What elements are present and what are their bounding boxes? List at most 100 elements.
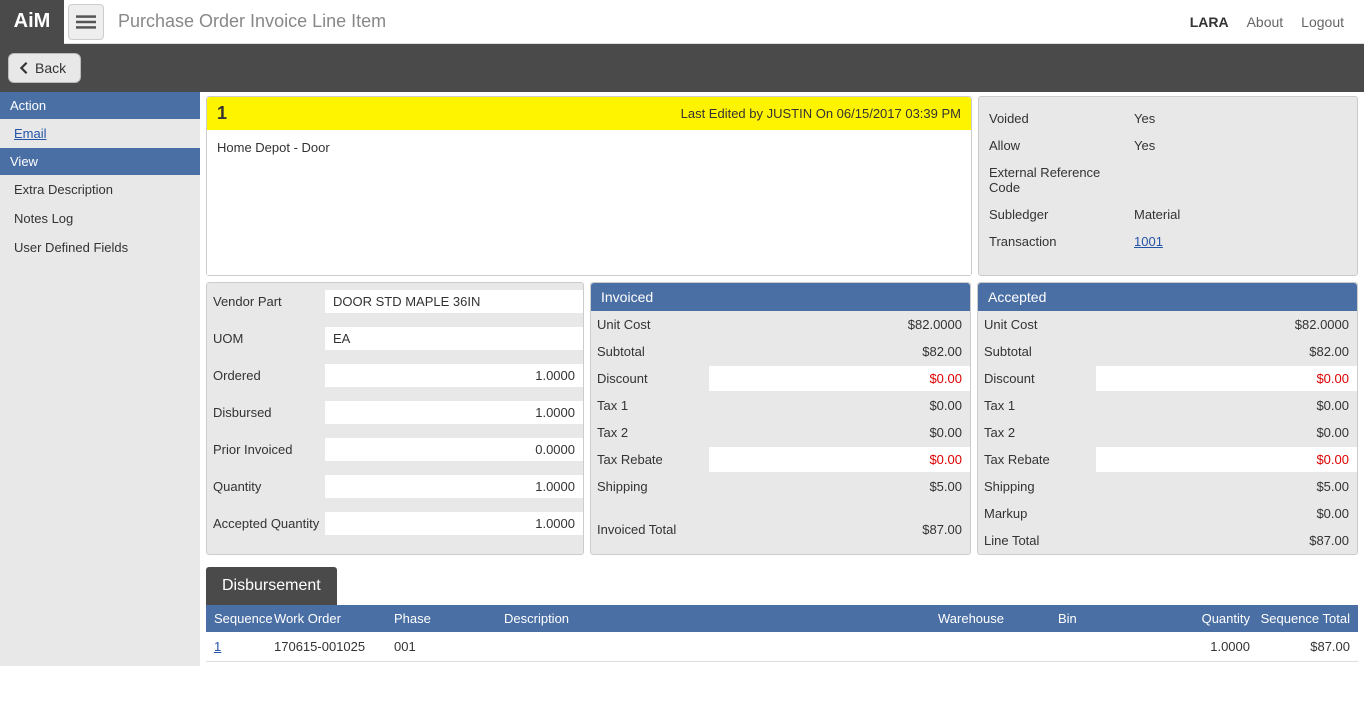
- accepted-shipping-value: $5.00: [1096, 474, 1357, 499]
- invoiced-subtotal-value: $82.00: [709, 339, 970, 364]
- subledger-label: Subledger: [989, 207, 1134, 222]
- quantities-panel: Vendor PartDOOR STD MAPLE 36IN UOMEA Ord…: [206, 282, 584, 555]
- uom-label: UOM: [207, 320, 325, 357]
- logout-link[interactable]: Logout: [1301, 14, 1344, 30]
- description-cell: [500, 639, 934, 654]
- accepted-markup-label: Markup: [978, 501, 1096, 526]
- col-bin: Bin: [1054, 611, 1174, 626]
- subledger-value: Material: [1134, 207, 1347, 222]
- work-order-cell: 170615-001025: [270, 639, 390, 654]
- current-user[interactable]: LARA: [1190, 14, 1229, 30]
- sidebar-item-extra-description[interactable]: Extra Description: [0, 175, 200, 204]
- invoiced-tax1-value: $0.00: [709, 393, 970, 418]
- warehouse-cell: [934, 639, 1054, 654]
- sidebar-item-notes-log[interactable]: Notes Log: [0, 204, 200, 233]
- invoiced-shipping-value: $5.00: [709, 474, 970, 499]
- sidebar-item-user-defined-fields[interactable]: User Defined Fields: [0, 233, 200, 262]
- quantity-value: 1.0000: [325, 475, 583, 498]
- accepted-subtotal-value: $82.00: [1096, 339, 1357, 364]
- sequence-link[interactable]: 1: [214, 639, 221, 654]
- invoiced-subtotal-label: Subtotal: [591, 339, 709, 364]
- prior-invoiced-value: 0.0000: [325, 438, 583, 461]
- accepted-markup-value: $0.00: [1096, 501, 1357, 526]
- invoiced-panel: Invoiced Unit Cost$82.0000 Subtotal$82.0…: [590, 282, 971, 555]
- uom-value: EA: [325, 327, 583, 350]
- sidebar-item-email[interactable]: Email: [0, 119, 200, 148]
- bin-cell: [1054, 639, 1174, 654]
- prior-invoiced-label: Prior Invoiced: [207, 431, 325, 468]
- accepted-unit-cost-label: Unit Cost: [978, 312, 1096, 337]
- disbursement-table: Sequence Work Order Phase Description Wa…: [206, 605, 1358, 662]
- invoiced-total-value: $87.00: [709, 517, 970, 542]
- external-reference-label: External Reference Code: [989, 165, 1134, 195]
- about-link[interactable]: About: [1247, 14, 1284, 30]
- accepted-shipping-label: Shipping: [978, 474, 1096, 499]
- invoiced-tax2-value: $0.00: [709, 420, 970, 445]
- vendor-part-value: DOOR STD MAPLE 36IN: [325, 290, 583, 313]
- invoiced-tax-rebate-value: $0.00: [709, 447, 970, 472]
- voided-value: Yes: [1134, 111, 1347, 126]
- invoiced-discount-value: $0.00: [709, 366, 970, 391]
- vendor-part-label: Vendor Part: [207, 283, 325, 320]
- col-phase: Phase: [390, 611, 500, 626]
- disbursed-value: 1.0000: [325, 401, 583, 424]
- ordered-label: Ordered: [207, 357, 325, 394]
- back-button-label: Back: [35, 60, 66, 76]
- sequence-total-cell: $87.00: [1254, 639, 1354, 654]
- col-work-order: Work Order: [270, 611, 390, 626]
- transaction-link[interactable]: 1001: [1134, 234, 1163, 249]
- hamburger-icon: [76, 12, 96, 32]
- accepted-subtotal-label: Subtotal: [978, 339, 1096, 364]
- col-sequence: Sequence: [210, 611, 270, 626]
- accepted-tax-rebate-value: $0.00: [1096, 447, 1357, 472]
- sidebar: Action Email View Extra Description Note…: [0, 92, 200, 666]
- external-reference-value: [1134, 165, 1347, 195]
- invoiced-tax-rebate-label: Tax Rebate: [591, 447, 709, 472]
- invoiced-title: Invoiced: [591, 283, 970, 311]
- ordered-value: 1.0000: [325, 364, 583, 387]
- page-title: Purchase Order Invoice Line Item: [118, 11, 1190, 32]
- col-quantity: Quantity: [1174, 611, 1254, 626]
- allow-label: Allow: [989, 138, 1134, 153]
- quantity-label: Quantity: [207, 468, 325, 505]
- last-edited-text: Last Edited by JUSTIN On 06/15/2017 03:3…: [681, 106, 961, 121]
- invoiced-tax2-label: Tax 2: [591, 420, 709, 445]
- accepted-quantity-value: 1.0000: [325, 512, 583, 535]
- voided-label: Voided: [989, 111, 1134, 126]
- accepted-tax-rebate-label: Tax Rebate: [978, 447, 1096, 472]
- transaction-label: Transaction: [989, 234, 1134, 249]
- app-logo: AiM: [0, 0, 64, 44]
- col-sequence-total: Sequence Total: [1254, 611, 1354, 626]
- table-row: 1 170615-001025 001 1.0000 $87.00: [206, 632, 1358, 662]
- accepted-discount-value: $0.00: [1096, 366, 1357, 391]
- invoiced-total-label: Invoiced Total: [591, 517, 709, 542]
- disbursement-section-title: Disbursement: [206, 567, 337, 605]
- quantity-cell: 1.0000: [1174, 639, 1254, 654]
- sidebar-header-action: Action: [0, 92, 200, 119]
- accepted-title: Accepted: [978, 283, 1357, 311]
- invoiced-unit-cost-value: $82.0000: [709, 312, 970, 337]
- accepted-tax1-value: $0.00: [1096, 393, 1357, 418]
- phase-cell: 001: [390, 639, 500, 654]
- back-button[interactable]: Back: [8, 53, 81, 83]
- accepted-discount-label: Discount: [978, 366, 1096, 391]
- invoiced-discount-label: Discount: [591, 366, 709, 391]
- allow-value: Yes: [1134, 138, 1347, 153]
- header-card: 1 Last Edited by JUSTIN On 06/15/2017 03…: [206, 96, 972, 276]
- accepted-tax1-label: Tax 1: [978, 393, 1096, 418]
- hamburger-menu-button[interactable]: [68, 4, 104, 40]
- invoiced-unit-cost-label: Unit Cost: [591, 312, 709, 337]
- accepted-panel: Accepted Unit Cost$82.0000 Subtotal$82.0…: [977, 282, 1358, 555]
- accepted-tax2-value: $0.00: [1096, 420, 1357, 445]
- line-item-description: Home Depot - Door: [217, 140, 330, 155]
- accepted-line-total-value: $87.00: [1096, 528, 1357, 553]
- invoiced-shipping-label: Shipping: [591, 474, 709, 499]
- line-item-number: 1: [217, 103, 227, 124]
- accepted-quantity-label: Accepted Quantity: [207, 505, 325, 542]
- col-description: Description: [500, 611, 934, 626]
- col-warehouse: Warehouse: [934, 611, 1054, 626]
- info-panel: VoidedYes AllowYes External Reference Co…: [978, 96, 1358, 276]
- disbursed-label: Disbursed: [207, 394, 325, 431]
- accepted-unit-cost-value: $82.0000: [1096, 312, 1357, 337]
- accepted-line-total-label: Line Total: [978, 528, 1096, 553]
